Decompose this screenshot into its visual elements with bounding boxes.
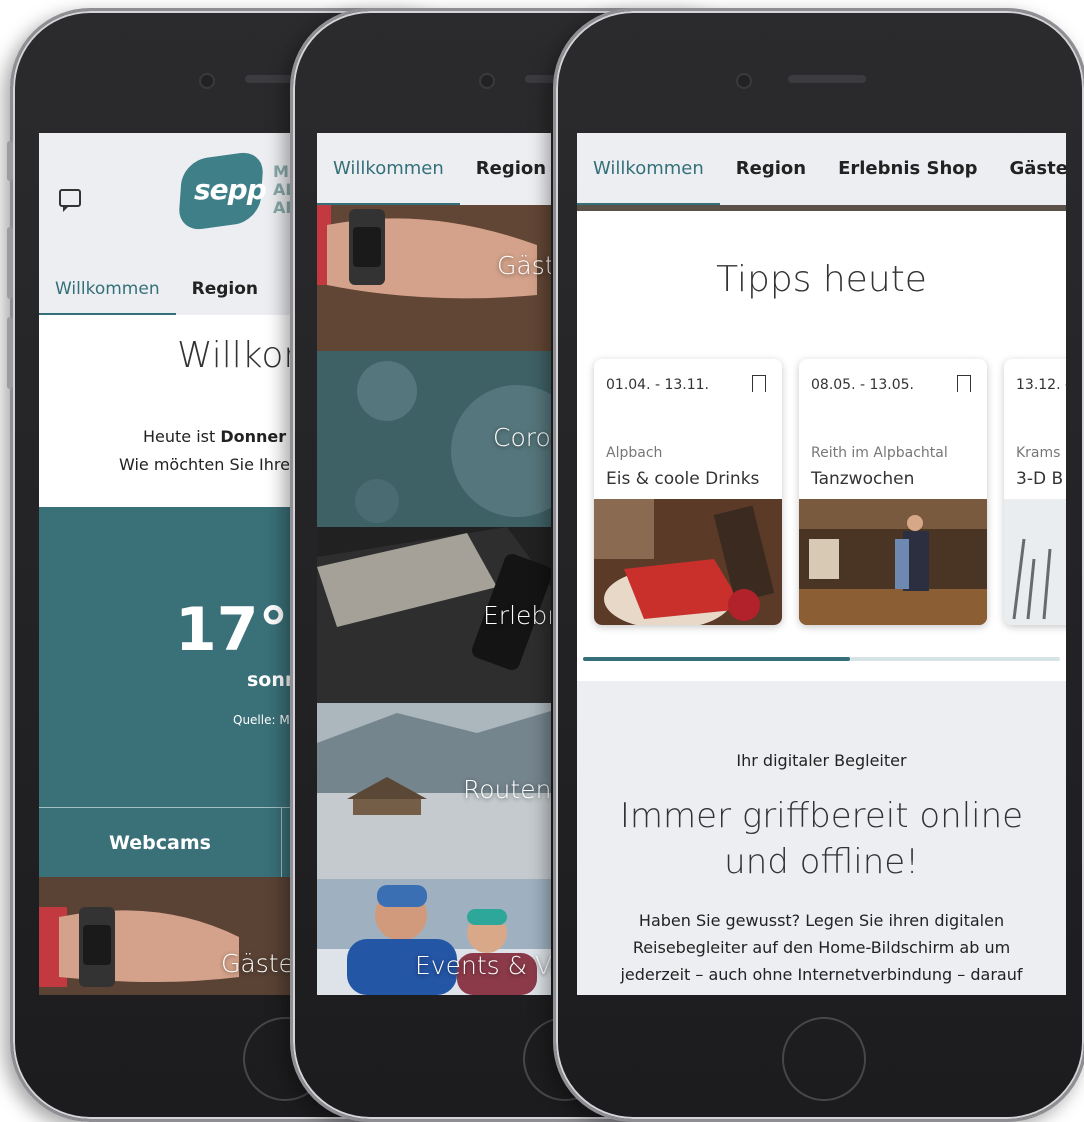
tip-place: Reith im Alpbachtal	[811, 445, 948, 461]
tip-place: Krams	[1016, 445, 1061, 461]
bookmark-icon[interactable]	[752, 375, 766, 398]
welcome-section: Willkon Heute ist Donner Wie möchten Sie…	[39, 315, 291, 507]
quick-links-bar: Webcams	[39, 807, 291, 878]
tile-gaeste[interactable]: Gäst	[317, 205, 551, 351]
welcome-question: Wie möchten Sie Ihre	[119, 455, 290, 474]
chat-icon[interactable]	[59, 189, 81, 212]
tip-photo-dancing	[799, 499, 987, 625]
temperature-value: 17°C	[175, 595, 291, 665]
tab-willkommen[interactable]: Willkommen	[39, 263, 176, 315]
promo-text: Haben Sie gewusst? Legen Sie ihren digit…	[620, 911, 1023, 995]
tab-willkommen[interactable]: Willkommen	[577, 133, 720, 205]
logo-text: sepp	[194, 173, 267, 206]
tip-photo-winter	[1004, 499, 1066, 625]
tile-label-events: Events & Ve	[415, 951, 551, 980]
tip-photo-drinks	[594, 499, 782, 625]
volume-down-button	[7, 317, 13, 389]
tile-events[interactable]: Events & Ve	[317, 879, 551, 995]
tile-label: Gästel	[221, 949, 291, 978]
tip-title: 3-D B	[1016, 469, 1064, 489]
promo-kicker: Ihr digitaler Begleiter	[736, 751, 907, 770]
tip-card[interactable]: 08.05. - 13.05. Reith im Alpbachtal Tanz…	[799, 359, 987, 625]
tip-date: 01.04. - 13.11.	[606, 377, 710, 393]
weather-condition: sonn	[247, 669, 291, 691]
promo-heading: Immer griffbereit online und offline!	[619, 796, 1024, 882]
bookmark-icon[interactable]	[957, 375, 971, 398]
screen-middle: Willkommen Region Gäst Coro Erlebr Route…	[317, 133, 551, 995]
tile-label-corona: Coro	[493, 423, 551, 452]
tile-gaesteleitung[interactable]: Gästel	[39, 877, 291, 995]
tab-bar: Willkommen Region Erlebnis Shop Gäste ›	[577, 133, 1066, 205]
tab-region[interactable]: Region	[176, 263, 274, 315]
tile-corona[interactable]: Coro	[317, 351, 551, 527]
mute-switch	[7, 141, 13, 181]
tab-bar: Willkommen Region	[317, 133, 551, 205]
tab-willkommen[interactable]: Willkommen	[317, 133, 460, 205]
tip-title: Eis & coole Drinks	[606, 469, 760, 489]
tip-place: Alpbach	[606, 445, 663, 461]
tab-erlebnis-shop[interactable]: Erlebnis Shop	[822, 133, 993, 205]
tab-gaeste[interactable]: Gäste	[994, 133, 1066, 205]
tip-title: Tanzwochen	[811, 469, 915, 489]
tip-date: 13.12. -	[1016, 377, 1066, 393]
weather-source: Quelle: M	[233, 713, 290, 727]
tile-routen[interactable]: Routen	[317, 703, 551, 879]
weather-panel: 17°C sonn Quelle: M	[39, 507, 291, 807]
welcome-day-name: Donner	[220, 427, 287, 446]
tip-card[interactable]: 01.04. - 13.11. Alpbach Eis & coole Drin…	[594, 359, 782, 625]
home-button[interactable]	[782, 1017, 866, 1101]
welcome-heading: Willkon	[177, 335, 291, 376]
logo-side-text: M AL AP	[273, 162, 291, 217]
earpiece-speaker	[788, 75, 866, 83]
promo-section: Ihr digitaler Begleiter Immer griffberei…	[577, 681, 1066, 995]
carousel-progress-fill	[583, 657, 851, 661]
welcome-day-text: Heute ist Donner	[143, 427, 286, 446]
screen-right: Willkommen Region Erlebnis Shop Gäste › …	[577, 133, 1066, 995]
tile-label-erlebnis: Erlebr	[483, 601, 551, 630]
tab-bar: Willkommen Region	[39, 263, 291, 315]
webcams-button[interactable]: Webcams	[39, 808, 282, 878]
volume-up-button	[7, 227, 13, 299]
screen-left: sepp M AL AP Willkommen Region Willkon H…	[39, 133, 291, 995]
tips-section: Tipps heute 01.04. - 13.11. Alpbach Eis …	[577, 211, 1066, 681]
app-header: sepp M AL AP	[39, 133, 291, 263]
tips-heading: Tipps heute	[716, 259, 927, 300]
front-camera	[199, 73, 215, 89]
tip-card[interactable]: 13.12. - Krams 3-D B	[1004, 359, 1066, 625]
phone-frame-right: Willkommen Region Erlebnis Shop Gäste › …	[553, 8, 1084, 1122]
tab-region[interactable]: Region	[460, 133, 551, 205]
tile-erlebnis[interactable]: Erlebr	[317, 527, 551, 703]
tab-region[interactable]: Region	[720, 133, 822, 205]
tile-label-routen: Routen	[463, 775, 551, 804]
carousel-progress	[583, 657, 1060, 661]
front-camera	[736, 73, 752, 89]
welcome-day-prefix: Heute ist	[143, 427, 216, 446]
tip-date: 08.05. - 13.05.	[811, 377, 915, 393]
tile-label-gaeste: Gäst	[497, 251, 551, 280]
front-camera	[479, 73, 495, 89]
